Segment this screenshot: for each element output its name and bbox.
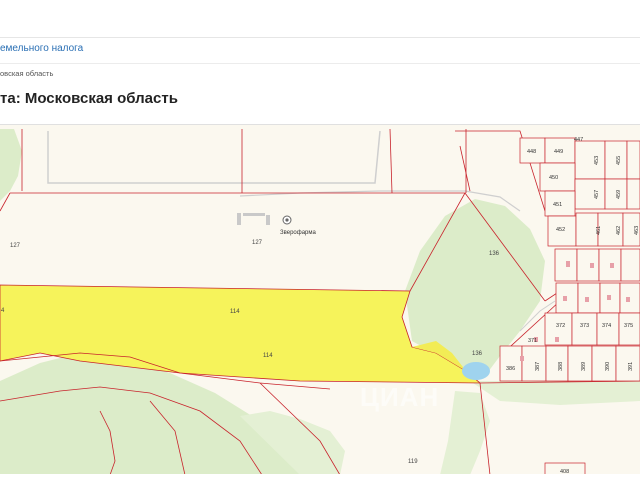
watermark-logo: ЦИАН	[360, 382, 440, 412]
breadcrumb-region[interactable]: овская область	[0, 69, 53, 78]
plot-label: 386	[506, 366, 515, 372]
plot-label: 457	[594, 190, 600, 199]
bottom-strip	[0, 474, 640, 480]
plot-label: 449	[554, 149, 563, 155]
plot-label: 448	[527, 149, 536, 155]
plot-label: 387	[535, 362, 541, 371]
plot-label: 371	[528, 338, 537, 344]
plot-label: 372	[556, 323, 565, 329]
plot-label: 459	[616, 190, 622, 199]
plot-label: 462	[616, 226, 622, 235]
plot-label: 136	[472, 351, 483, 357]
plot-label: 455	[616, 156, 622, 165]
plot-label: 136	[489, 251, 500, 257]
tax-link[interactable]: емельного налога	[0, 43, 83, 54]
plot-label: 388	[558, 362, 564, 371]
plot-label: 463	[634, 226, 640, 235]
plot-label: 374	[602, 323, 611, 329]
page-title: та: Московская область	[0, 90, 178, 107]
plot-label: 391	[628, 362, 634, 371]
map-canvas[interactable]: Зверофарма 127 127 114 114 4 136 136 119…	[0, 125, 640, 475]
plot-label: 119	[408, 459, 418, 465]
plot-label: 114	[263, 353, 273, 359]
divider	[0, 63, 640, 64]
water-pond	[462, 362, 490, 380]
plot-label: 375	[624, 323, 633, 329]
plot-label: 127	[252, 240, 263, 246]
poi-label: Зверофарма	[280, 230, 316, 236]
cadastral-map[interactable]: Зверофарма 127 127 114 114 4 136 136 119…	[0, 124, 640, 475]
plot-label: 389	[581, 362, 587, 371]
plot-label: 114	[230, 309, 240, 315]
plot-label: 127	[10, 243, 21, 249]
plot-label: 453	[594, 156, 600, 165]
top-navigation-bar	[0, 0, 640, 38]
plot-label: 461	[596, 226, 602, 235]
plot-label: 447	[574, 137, 583, 143]
plot-label: 390	[605, 362, 611, 371]
plot-label: 450	[549, 175, 558, 181]
plot-label: 452	[556, 227, 565, 233]
plot-label: 451	[553, 202, 562, 208]
plot-label: 373	[580, 323, 589, 329]
